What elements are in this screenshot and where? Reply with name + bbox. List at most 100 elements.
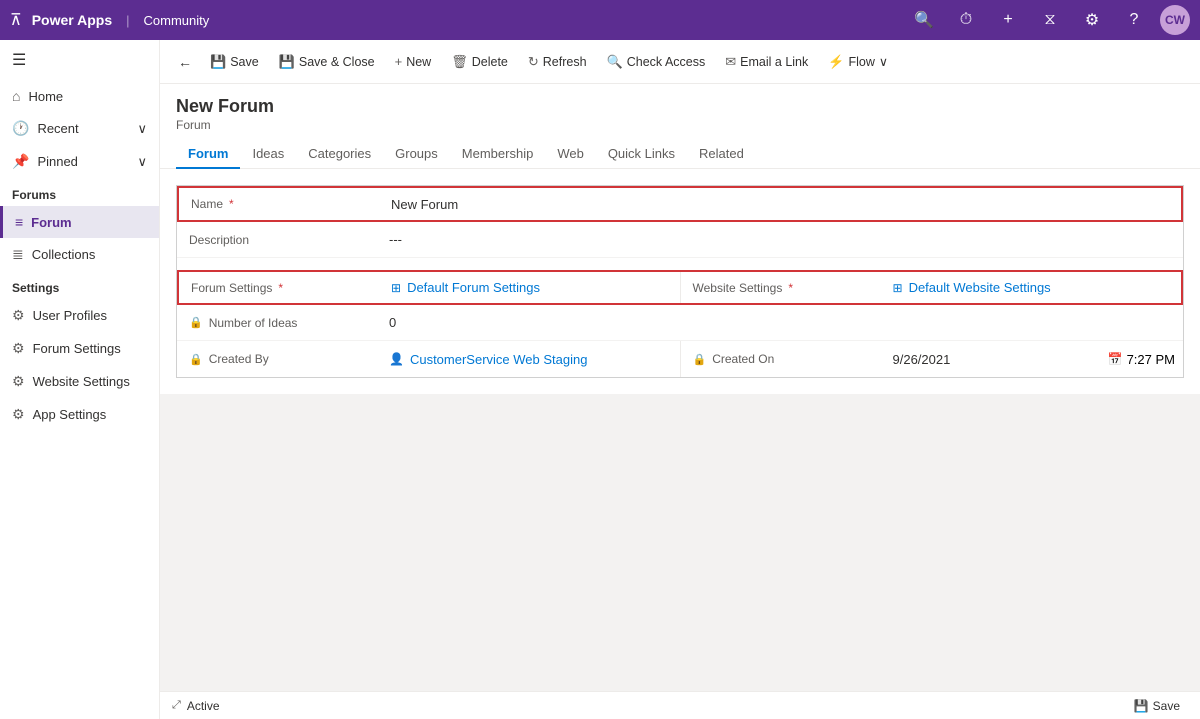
description-label: Description	[177, 222, 377, 257]
sidebar-item-pinned[interactable]: 📌 Pinned ∨	[0, 145, 159, 178]
hamburger-menu[interactable]: ☰	[0, 40, 159, 80]
tab-groups[interactable]: Groups	[383, 140, 450, 169]
page-title: New Forum	[176, 96, 1184, 117]
plus-icon[interactable]: +	[992, 4, 1024, 36]
sidebar: ☰ ⌂ Home 🕐 Recent ∨ 📌 Pinned ∨ Forums ≡ …	[0, 40, 160, 719]
name-row: Name * New Forum	[177, 186, 1183, 222]
user-avatar[interactable]: CW	[1160, 5, 1190, 35]
page-content: New Forum Forum Forum Ideas Categories G…	[160, 84, 1200, 691]
app-settings-icon: ⚙	[12, 406, 25, 423]
sidebar-pinned-label: Pinned	[37, 154, 77, 169]
filter-icon[interactable]: ⧖	[1034, 4, 1066, 36]
save-label: Save	[230, 55, 259, 69]
grid-icon[interactable]: ⊼	[10, 10, 22, 30]
new-button[interactable]: + New	[387, 47, 440, 77]
new-icon: +	[395, 54, 403, 69]
website-settings-icon: ⚙	[12, 373, 25, 390]
refresh-icon: ↻	[528, 54, 539, 70]
save-close-button[interactable]: 💾 Save & Close	[271, 47, 383, 77]
sidebar-item-user-profiles[interactable]: ⚙ User Profiles	[0, 299, 159, 332]
check-access-label: Check Access	[627, 55, 706, 69]
status-save-button[interactable]: 💾 Save	[1126, 697, 1188, 715]
lock-icon-ideas: 🔒	[189, 316, 203, 329]
delete-button[interactable]: 🗑 Delete	[443, 47, 516, 77]
name-required: *	[229, 197, 234, 211]
timer-icon[interactable]: ⏱	[950, 4, 982, 36]
settings-icon[interactable]: ⚙	[1076, 4, 1108, 36]
tab-related[interactable]: Related	[687, 140, 756, 169]
tab-web[interactable]: Web	[545, 140, 596, 169]
created-on-time-value: 7:27 PM	[1127, 352, 1175, 367]
settings-row: Forum Settings * ⊞ Default Forum Setting…	[177, 270, 1183, 305]
num-ideas-value: 0	[377, 305, 1183, 340]
top-navigation: ⊼ Power Apps | Community 🔍 ⏱ + ⧖ ⚙ ? CW	[0, 0, 1200, 40]
form-section: Name * New Forum Description ---	[176, 185, 1184, 378]
sidebar-user-profiles-label: User Profiles	[33, 308, 107, 323]
status-label: Active	[187, 699, 220, 713]
num-ideas-label: 🔒 Number of Ideas	[177, 305, 377, 340]
sidebar-item-website-settings[interactable]: ⚙ Website Settings	[0, 365, 159, 398]
refresh-button[interactable]: ↻ Refresh	[520, 47, 595, 77]
forum-settings-label: Forum Settings *	[179, 273, 379, 303]
sidebar-item-home[interactable]: ⌂ Home	[0, 80, 159, 112]
status-bar: ⤢ Active 💾 Save	[160, 691, 1200, 719]
check-access-button[interactable]: 🔍 Check Access	[599, 47, 714, 77]
toolbar: ← 💾 Save 💾 Save & Close + New 🗑 Delete ↻…	[160, 40, 1200, 84]
description-row: Description ---	[177, 222, 1183, 258]
forum-settings-link-icon: ⊞	[391, 281, 401, 295]
sidebar-item-collections[interactable]: ≣ Collections	[0, 238, 159, 271]
forum-settings-icon: ⚙	[12, 340, 25, 357]
pinned-icon: 📌	[12, 153, 29, 170]
tab-membership[interactable]: Membership	[450, 140, 546, 169]
sidebar-item-app-settings[interactable]: ⚙ App Settings	[0, 398, 159, 431]
sidebar-forum-label: Forum	[31, 215, 71, 230]
forum-settings-value[interactable]: ⊞ Default Forum Settings	[379, 272, 680, 303]
created-by-value[interactable]: 👤 CustomerService Web Staging	[377, 344, 680, 375]
created-by-label: 🔒 Created By	[177, 344, 377, 374]
tab-categories[interactable]: Categories	[296, 140, 383, 169]
page-subtitle: Forum	[176, 118, 1184, 132]
nav-separator: |	[126, 13, 129, 28]
collections-icon: ≣	[12, 246, 24, 263]
flow-button[interactable]: ⚡ Flow ∨	[820, 47, 896, 77]
created-on-date-value: 9/26/2021	[881, 344, 1100, 375]
email-link-button[interactable]: ✉ Email a Link	[717, 47, 816, 77]
delete-icon: 🗑	[451, 54, 468, 70]
created-row: 🔒 Created By 👤 CustomerService Web Stagi…	[177, 341, 1183, 377]
recent-icon: 🕐	[12, 120, 29, 137]
expand-icon[interactable]: ⤢	[172, 699, 181, 712]
search-icon[interactable]: 🔍	[908, 4, 940, 36]
email-link-label: Email a Link	[740, 55, 808, 69]
lock-icon-created-on: 🔒	[693, 353, 707, 366]
new-label: New	[406, 55, 431, 69]
name-label: Name *	[179, 188, 379, 220]
email-link-icon: ✉	[725, 54, 736, 70]
user-profiles-icon: ⚙	[12, 307, 25, 324]
sidebar-item-forum-settings[interactable]: ⚙ Forum Settings	[0, 332, 159, 365]
content-area: ← 💾 Save 💾 Save & Close + New 🗑 Delete ↻…	[160, 40, 1200, 719]
status-save-icon: 💾	[1134, 699, 1149, 713]
delete-label: Delete	[472, 55, 508, 69]
calendar-icon[interactable]: 📅	[1108, 352, 1123, 366]
sidebar-item-forum[interactable]: ≡ Forum	[0, 206, 159, 238]
tab-forum[interactable]: Forum	[176, 140, 240, 169]
status-save-label: Save	[1153, 699, 1180, 713]
description-value[interactable]: ---	[377, 222, 1183, 257]
flow-label: Flow	[848, 55, 874, 69]
sidebar-item-recent[interactable]: 🕐 Recent ∨	[0, 112, 159, 145]
forum-settings-required: *	[278, 281, 283, 295]
tab-quick-links[interactable]: Quick Links	[596, 140, 687, 169]
website-settings-label: Website Settings *	[681, 273, 881, 303]
sidebar-recent-label: Recent	[37, 121, 78, 136]
help-icon[interactable]: ?	[1118, 4, 1150, 36]
save-button[interactable]: 💾 Save	[202, 47, 267, 77]
website-settings-required: *	[788, 281, 793, 295]
settings-section-label: Settings	[0, 271, 159, 299]
back-button[interactable]: ←	[172, 50, 198, 74]
created-on-label: 🔒 Created On	[681, 344, 881, 374]
website-settings-value[interactable]: ⊞ Default Website Settings	[881, 272, 1182, 303]
tab-ideas[interactable]: Ideas	[240, 140, 296, 169]
sidebar-forum-settings-label: Forum Settings	[33, 341, 121, 356]
num-ideas-row: 🔒 Number of Ideas 0	[177, 305, 1183, 341]
name-value[interactable]: New Forum	[379, 188, 1181, 220]
